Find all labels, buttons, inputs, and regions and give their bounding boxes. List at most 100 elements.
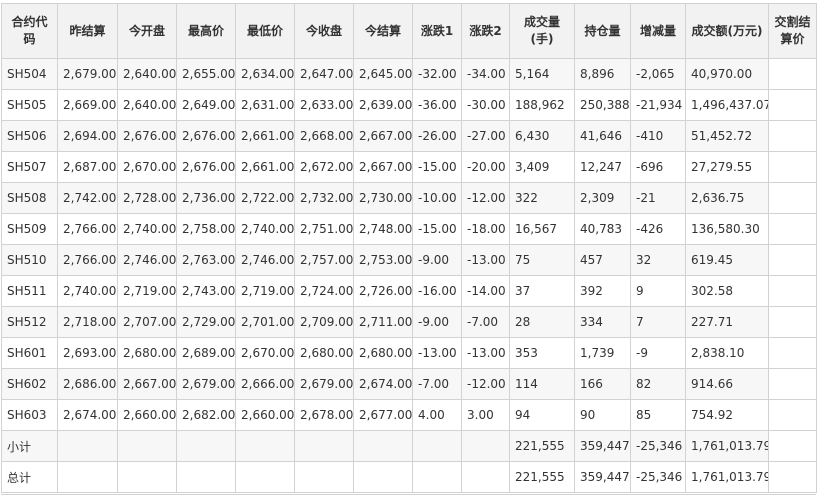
contract-code-cell: SH511: [1, 275, 58, 307]
table-cell: 3,409: [509, 151, 575, 183]
table-cell: [768, 244, 817, 276]
table-cell: 2,669.00: [57, 89, 118, 121]
table-cell: -27.00: [461, 120, 510, 152]
table-cell: -18.00: [461, 213, 510, 245]
table-cell: 2,631.00: [235, 89, 295, 121]
table-cell: 2,682.00: [176, 399, 236, 431]
table-bottom-edge: [1, 494, 816, 499]
column-header: 成交额(万元): [685, 3, 769, 59]
table-cell: 2,701.00: [235, 306, 295, 338]
table-cell: [768, 151, 817, 183]
table-cell: 28: [509, 306, 575, 338]
table-cell: 2,742.00: [57, 182, 118, 214]
table-cell: 1,761,013.79: [685, 461, 769, 493]
table-cell: 2,748.00: [353, 213, 413, 245]
table-cell: 1,761,013.79: [685, 430, 769, 462]
table-row: SH603 2,674.00 2,660.00 2,682.00 2,660.00 2,6…: [1, 399, 817, 431]
table-cell: [176, 461, 236, 493]
table-cell: -9.00: [412, 306, 462, 338]
table-cell: 2,667.00: [117, 368, 177, 400]
table-cell: [117, 461, 177, 493]
table-cell: -14.00: [461, 275, 510, 307]
table-cell: -36.00: [412, 89, 462, 121]
table-cell: -2,065: [630, 58, 686, 90]
table-row: SH505 2,669.00 2,640.00 2,649.00 2,631.00 2,6…: [1, 89, 817, 121]
table-cell: -426: [630, 213, 686, 245]
table-cell: 51,452.72: [685, 120, 769, 152]
table-cell: 2,640.00: [117, 89, 177, 121]
table-cell: [57, 430, 118, 462]
table-cell: 8,896: [574, 58, 631, 90]
table-cell: [768, 120, 817, 152]
contract-code-cell: SH508: [1, 182, 58, 214]
table-cell: 2,763.00: [176, 244, 236, 276]
table-cell: 2,751.00: [294, 213, 354, 245]
table-cell: 2,649.00: [176, 89, 236, 121]
table-cell: 2,679.00: [57, 58, 118, 90]
column-header: 成交量(手): [509, 3, 575, 59]
table-cell: -9: [630, 337, 686, 369]
table-cell: 2,718.00: [57, 306, 118, 338]
table-cell: 2,666.00: [235, 368, 295, 400]
table-cell: 2,740.00: [117, 213, 177, 245]
table-cell: 221,555: [509, 461, 575, 493]
table-cell: 2,730.00: [353, 182, 413, 214]
table-cell: 2,670.00: [117, 151, 177, 183]
column-header: 涨跌1: [412, 3, 462, 59]
table-cell: 359,447: [574, 430, 631, 462]
table-cell: 2,719.00: [117, 275, 177, 307]
table-row: SH508 2,742.00 2,728.00 2,736.00 2,722.00 2,7…: [1, 182, 817, 214]
table-cell: 2,668.00: [294, 120, 354, 152]
table-cell: 166: [574, 368, 631, 400]
table-cell: [176, 430, 236, 462]
table-cell: 2,758.00: [176, 213, 236, 245]
table-cell: [235, 430, 295, 462]
table-cell: 2,660.00: [235, 399, 295, 431]
table-cell: 457: [574, 244, 631, 276]
column-header: 昨结算: [57, 3, 118, 59]
table-cell: 2,639.00: [353, 89, 413, 121]
table-cell: 322: [509, 182, 575, 214]
table-cell: 2,766.00: [57, 244, 118, 276]
table-cell: -10.00: [412, 182, 462, 214]
contract-code-cell: SH510: [1, 244, 58, 276]
table-cell: [461, 461, 510, 493]
table-cell: 2,746.00: [235, 244, 295, 276]
table-cell: [235, 461, 295, 493]
table-cell: [768, 337, 817, 369]
column-header: 持仓量: [574, 3, 631, 59]
table-cell: 2,676.00: [117, 120, 177, 152]
table-cell: 2,732.00: [294, 182, 354, 214]
table-cell: 1,739: [574, 337, 631, 369]
table-cell: -13.00: [461, 337, 510, 369]
table-cell: [768, 275, 817, 307]
table-cell: -12.00: [461, 368, 510, 400]
table-cell: 16,567: [509, 213, 575, 245]
table-cell: 85: [630, 399, 686, 431]
table-cell: 2,655.00: [176, 58, 236, 90]
table-row: SH507 2,687.00 2,670.00 2,676.00 2,661.00 2,6…: [1, 151, 817, 183]
table-cell: 90: [574, 399, 631, 431]
table-cell: [768, 58, 817, 90]
contract-code-cell: SH506: [1, 120, 58, 152]
table-cell: 5,164: [509, 58, 575, 90]
table-cell: -9.00: [412, 244, 462, 276]
table-cell: 2,674.00: [57, 399, 118, 431]
column-header: 今收盘: [294, 3, 354, 59]
table-cell: [412, 461, 462, 493]
table-cell: [768, 182, 817, 214]
contract-code-cell: SH601: [1, 337, 58, 369]
table-cell: 250,388: [574, 89, 631, 121]
column-header: 最低价: [235, 3, 295, 59]
table-cell: 914.66: [685, 368, 769, 400]
table-cell: 2,634.00: [235, 58, 295, 90]
table-cell: [768, 461, 817, 493]
table-cell: 302.58: [685, 275, 769, 307]
contract-code-cell: SH602: [1, 368, 58, 400]
table-cell: 2,678.00: [294, 399, 354, 431]
table-cell: 2,309: [574, 182, 631, 214]
table-cell: 221,555: [509, 430, 575, 462]
table-cell: 2,689.00: [176, 337, 236, 369]
column-header: 今结算: [353, 3, 413, 59]
table-cell: 32: [630, 244, 686, 276]
